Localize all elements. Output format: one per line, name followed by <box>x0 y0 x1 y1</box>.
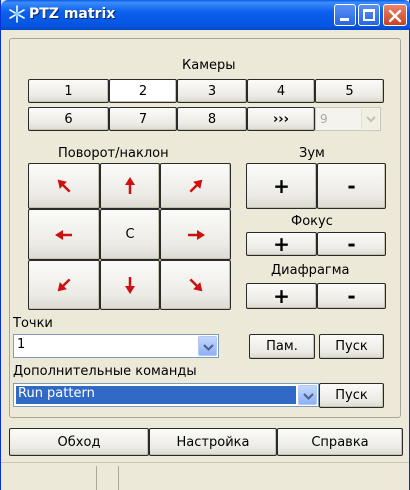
preset-select-value: 1 <box>17 337 26 352</box>
help-button[interactable]: Справка <box>277 428 403 456</box>
arrow-right-icon <box>187 229 205 240</box>
preset-go-button[interactable]: Пуск <box>319 334 384 359</box>
camera-button[interactable]: 2 <box>109 79 177 103</box>
camera-button[interactable]: 6 <box>28 107 109 131</box>
pan-up-left-button[interactable] <box>28 163 100 209</box>
status-panel <box>118 466 128 490</box>
ptz-matrix-window: PTZ matrix Камеры 1 2 3 4 5 6 7 8 ››› 9 Поворот/… <box>0 0 410 490</box>
pan-left-button[interactable] <box>28 209 100 260</box>
extra-camera-value: 9 <box>320 112 328 126</box>
minimize-icon <box>340 18 349 21</box>
extra-command-go-button[interactable]: Пуск <box>319 383 384 408</box>
camera-button[interactable]: 8 <box>177 107 247 131</box>
minimize-button[interactable] <box>334 4 356 26</box>
chevron-down-icon <box>366 116 376 123</box>
camera-button[interactable]: 4 <box>247 79 315 103</box>
presets-label: Точки <box>13 316 53 331</box>
preset-dropdown-button[interactable] <box>198 336 217 356</box>
arrow-up-left-icon <box>57 179 71 193</box>
arrow-down-right-icon <box>188 278 202 292</box>
focus-label: Фокус <box>291 214 333 229</box>
window-title: PTZ matrix <box>29 6 116 22</box>
extra-command-select-value: Run pattern <box>16 386 296 404</box>
preset-save-button[interactable]: Пам. <box>249 334 315 359</box>
arrow-down-left-icon <box>57 278 71 292</box>
cameras-label: Камеры <box>182 58 236 73</box>
arrow-up-right-icon <box>188 179 202 193</box>
status-panel <box>96 466 118 490</box>
arrow-up-icon <box>125 177 135 194</box>
title-bar[interactable]: PTZ matrix <box>1 0 410 30</box>
pan-down-button[interactable] <box>100 260 160 310</box>
close-icon <box>388 9 402 23</box>
chevron-down-icon <box>303 393 314 400</box>
pan-up-right-button[interactable] <box>160 163 231 209</box>
app-snowflake-icon <box>9 5 25 23</box>
maximize-button[interactable] <box>358 4 380 26</box>
extra-commands-label: Дополнительные команды <box>13 364 197 379</box>
extra-command-select[interactable]: Run pattern <box>13 383 319 407</box>
pan-up-button[interactable] <box>100 163 160 209</box>
pan-right-button[interactable] <box>160 209 231 260</box>
focus-far-button[interactable]: - <box>317 232 386 256</box>
extra-command-dropdown-button[interactable] <box>298 385 317 405</box>
camera-button[interactable]: 3 <box>177 79 247 103</box>
close-button[interactable] <box>383 4 407 26</box>
extra-camera-select[interactable]: 9 <box>315 107 381 131</box>
extra-camera-dropdown-button[interactable] <box>361 109 379 129</box>
iris-close-button[interactable]: - <box>317 283 386 309</box>
iris-open-button[interactable]: + <box>246 283 317 309</box>
zoom-out-button[interactable]: - <box>317 163 386 209</box>
tour-button[interactable]: Обход <box>9 428 149 456</box>
camera-button[interactable]: 5 <box>315 79 384 103</box>
chevron-down-icon <box>203 344 214 351</box>
camera-button[interactable]: 1 <box>28 79 109 103</box>
arrow-down-icon <box>125 277 135 294</box>
pan-tilt-label: Поворот/наклон <box>58 146 169 161</box>
preset-select[interactable]: 1 <box>13 334 219 358</box>
zoom-in-button[interactable]: + <box>246 163 317 209</box>
iris-label: Диафрагма <box>271 263 350 278</box>
focus-near-button[interactable]: + <box>246 232 317 256</box>
maximize-icon <box>363 9 375 21</box>
settings-button[interactable]: Настройка <box>149 428 277 456</box>
pan-tilt-center-button[interactable]: C <box>100 209 160 260</box>
pan-down-right-button[interactable] <box>160 260 231 310</box>
camera-button[interactable]: ››› <box>247 107 315 131</box>
zoom-label: Зум <box>299 146 325 161</box>
pan-down-left-button[interactable] <box>28 260 100 310</box>
arrow-left-icon <box>55 229 72 240</box>
camera-button[interactable]: 7 <box>109 107 177 131</box>
status-bar <box>1 462 409 490</box>
